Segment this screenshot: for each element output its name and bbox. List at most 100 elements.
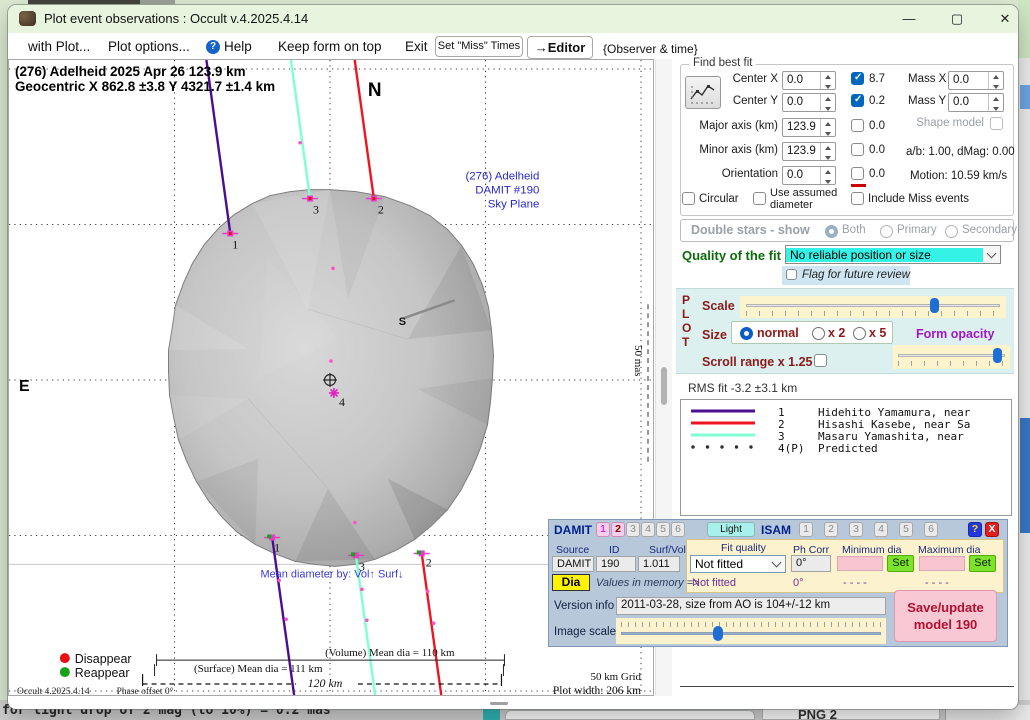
menu-exit[interactable]: Exit [405, 39, 428, 54]
menu-with-plot[interactable]: with Plot... [28, 39, 90, 54]
mass-y-stepper[interactable] [988, 94, 1003, 111]
damit-model-5-button[interactable]: 5 [656, 522, 670, 537]
app-icon [19, 11, 36, 26]
right-panel-divider [680, 686, 1014, 687]
center-x-spinner[interactable]: 0.0 [782, 71, 836, 90]
center-x-checkbox[interactable] [851, 72, 864, 85]
background-window-edge-2 [762, 708, 940, 720]
observer-row[interactable]: 3 Masaru Yamashita, near [681, 430, 1011, 442]
size-x5-radio[interactable] [853, 327, 866, 340]
isam-2-button[interactable]: 2 [824, 522, 838, 537]
orientation-value[interactable]: 0.0 [783, 167, 820, 184]
use-assumed-checkbox[interactable] [753, 192, 766, 205]
observer-row[interactable]: 1 Hidehito Yamamura, near [681, 406, 1011, 418]
light-curves-button[interactable]: Light curves [707, 522, 755, 537]
image-scale-thumb[interactable] [713, 626, 723, 641]
isam-3-button[interactable]: 3 [849, 522, 863, 537]
asteroid-shape [169, 190, 494, 567]
damit-close-button[interactable]: X [985, 522, 999, 537]
center-x-value[interactable]: 0.0 [783, 72, 820, 89]
center-y-value[interactable]: 0.0 [783, 94, 820, 111]
mass-y-value[interactable]: 0.0 [949, 94, 988, 111]
set-miss-times-button[interactable]: Set "Miss" Times [435, 36, 523, 57]
center-x-stepper[interactable] [820, 72, 835, 89]
mass-x-spinner[interactable]: 0.0 [948, 71, 1004, 90]
size-normal-radio[interactable] [740, 327, 753, 340]
flag-review-checkbox[interactable] [786, 269, 797, 280]
min-dia-set-button[interactable]: Set [887, 555, 914, 572]
close-button[interactable]: ✕ [988, 7, 1018, 31]
quality-combo[interactable]: No reliable position or size [785, 245, 1001, 264]
double-primary-radio[interactable] [880, 225, 893, 238]
minor-axis-stepper[interactable] [820, 143, 835, 160]
major-axis-stepper[interactable] [820, 119, 835, 136]
include-miss-checkbox[interactable] [851, 192, 864, 205]
help-icon[interactable]: ? [206, 40, 220, 54]
scale-slider-thumb[interactable] [930, 298, 939, 313]
scale-slider[interactable] [740, 296, 1006, 318]
major-axis-spinner[interactable]: 123.9 [782, 118, 836, 137]
damit-model-6-button[interactable]: 6 [671, 522, 685, 537]
menu-plot-options[interactable]: Plot options... [108, 39, 190, 54]
form-opacity-thumb[interactable] [993, 348, 1002, 363]
isam-4-button[interactable]: 4 [874, 522, 888, 537]
mas-scale: 50 mas [632, 304, 648, 463]
damit-model-3-button[interactable]: 3 [626, 522, 640, 537]
image-scale-slider[interactable] [616, 618, 886, 644]
max-dia-set-button[interactable]: Set [969, 555, 996, 572]
mass-y-spinner[interactable]: 0.0 [948, 93, 1004, 112]
dia-button[interactable]: Dia [552, 574, 590, 591]
isam-1-button[interactable]: 1 [799, 522, 813, 537]
size-normal-label: normal [757, 326, 799, 340]
maximize-button[interactable]: ▢ [940, 7, 974, 31]
max-dia-field[interactable] [919, 556, 965, 571]
damit-model-4-button[interactable]: 4 [641, 522, 655, 537]
damit-model-2-button[interactable]: 2 [611, 522, 625, 537]
minor-axis-spinner[interactable]: 123.9 [782, 142, 836, 161]
mass-x-value[interactable]: 0.0 [949, 72, 988, 89]
menu-help[interactable]: Help [224, 39, 252, 54]
minor-axis-value[interactable]: 123.9 [783, 143, 820, 160]
fit-quality-combo[interactable]: Not fitted [690, 555, 786, 573]
scroll-range-checkbox[interactable] [814, 354, 827, 367]
double-both-radio[interactable] [825, 225, 838, 238]
damit-model-1-button[interactable]: 1 [596, 522, 610, 537]
center-y-stepper[interactable] [820, 94, 835, 111]
save-update-button[interactable]: Save/update model 190 [894, 590, 997, 642]
orientation-checkbox[interactable] [851, 167, 864, 180]
observer-row[interactable]: 4(P) Predicted [681, 442, 1011, 454]
observer-list[interactable]: 1 Hidehito Yamamura, near 2 Hisashi Kase… [680, 399, 1012, 516]
center-y-checkbox[interactable] [851, 94, 864, 107]
form-opacity-label: Form opacity [916, 327, 995, 341]
center-y-spinner[interactable]: 0.0 [782, 93, 836, 112]
orientation-spinner[interactable]: 0.0 [782, 166, 836, 185]
plot-scrollbar-thumb[interactable] [661, 367, 667, 405]
background-right-edge [1018, 0, 1030, 700]
editor-button[interactable]: →Editor [527, 36, 593, 59]
minimize-button[interactable]: — [892, 7, 926, 31]
size-x2-radio[interactable] [812, 327, 825, 340]
mass-x-stepper[interactable] [988, 72, 1003, 89]
min-dia-field[interactable] [837, 556, 883, 571]
shape-model-checkbox[interactable] [990, 117, 1003, 130]
scale-bar-label: 120 km [308, 676, 343, 690]
orientation-stepper[interactable] [820, 167, 835, 184]
isam-5-button[interactable]: 5 [899, 522, 913, 537]
skyplane-annotation: (276) Adelheid DAMIT #190 Sky Plane [465, 171, 539, 211]
minor-axis-checkbox[interactable] [851, 143, 864, 156]
major-axis-value[interactable]: 123.9 [783, 119, 820, 136]
version-info-value: 2011-03-28, size from AO is 104+/-12 km [616, 597, 886, 615]
observer-row[interactable]: 2 Hisashi Kasebe, near Sa [681, 418, 1011, 430]
form-opacity-slider[interactable] [893, 345, 1010, 369]
damit-help-button[interactable]: ? [968, 522, 982, 537]
east-label: E [19, 378, 30, 395]
isam-6-button[interactable]: 6 [924, 522, 938, 537]
menu-keep-on-top[interactable]: Keep form on top [278, 39, 382, 54]
circular-label: Circular [699, 193, 739, 205]
double-secondary-radio[interactable] [945, 225, 958, 238]
window-resize-grip[interactable] [490, 702, 508, 705]
center-y-rms: 0.2 [869, 95, 885, 107]
minor-axis-rms: 0.0 [869, 144, 885, 156]
major-axis-checkbox[interactable] [851, 119, 864, 132]
circular-checkbox[interactable] [682, 192, 695, 205]
